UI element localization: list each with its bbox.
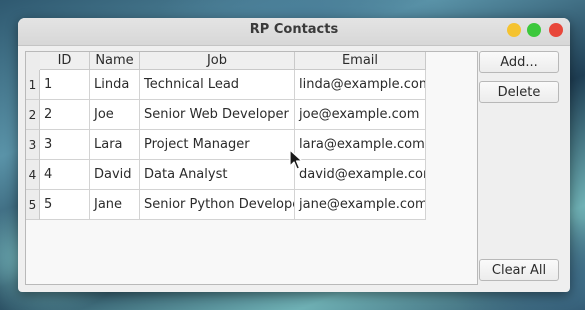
maximize-button[interactable] [527, 23, 541, 37]
column-header-job[interactable]: Job [140, 52, 295, 70]
cell-email[interactable]: jane@example.com [295, 190, 426, 220]
table-corner[interactable] [26, 52, 41, 71]
delete-button[interactable]: Delete [479, 81, 559, 103]
cell-name[interactable]: David [90, 160, 140, 190]
minimize-button[interactable] [507, 23, 521, 37]
cell-name[interactable]: Joe [90, 100, 140, 130]
cell-id[interactable]: 5 [40, 190, 90, 220]
cell-job[interactable]: Data Analyst [140, 160, 295, 190]
row-header[interactable]: 3 [26, 130, 40, 160]
cell-job[interactable]: Technical Lead [140, 70, 295, 100]
cell-email[interactable]: lara@example.com [295, 130, 426, 160]
cell-id[interactable]: 4 [40, 160, 90, 190]
row-header[interactable]: 5 [26, 190, 40, 220]
cell-email[interactable]: david@example.com [295, 160, 426, 190]
cell-id[interactable]: 3 [40, 130, 90, 160]
clear-all-button[interactable]: Clear All [479, 259, 559, 281]
row-header[interactable]: 2 [26, 100, 40, 130]
title-bar[interactable]: RP Contacts [18, 18, 570, 46]
cell-id[interactable]: 1 [40, 70, 90, 100]
column-header-id[interactable]: ID [40, 52, 90, 70]
cell-name[interactable]: Lara [90, 130, 140, 160]
cell-name[interactable]: Jane [90, 190, 140, 220]
cell-job[interactable]: Project Manager [140, 130, 295, 160]
contacts-window: RP Contacts ID Name Job Email 1 1 Linda … [18, 18, 570, 292]
row-header[interactable]: 1 [26, 70, 40, 100]
cell-email[interactable]: joe@example.com [295, 100, 426, 130]
column-header-email[interactable]: Email [295, 52, 426, 70]
cell-job[interactable]: Senior Web Developer [140, 100, 295, 130]
cell-job[interactable]: Senior Python Developer [140, 190, 295, 220]
contacts-table[interactable]: ID Name Job Email 1 1 Linda Technical Le… [25, 51, 478, 285]
window-title: RP Contacts [249, 22, 339, 37]
cell-email[interactable]: linda@example.com [295, 70, 426, 100]
add-button[interactable]: Add... [479, 51, 559, 73]
cell-id[interactable]: 2 [40, 100, 90, 130]
column-header-name[interactable]: Name [90, 52, 140, 70]
cell-name[interactable]: Linda [90, 70, 140, 100]
row-header[interactable]: 4 [26, 160, 40, 190]
mouse-pointer-icon [289, 149, 303, 170]
close-button[interactable] [549, 23, 563, 37]
